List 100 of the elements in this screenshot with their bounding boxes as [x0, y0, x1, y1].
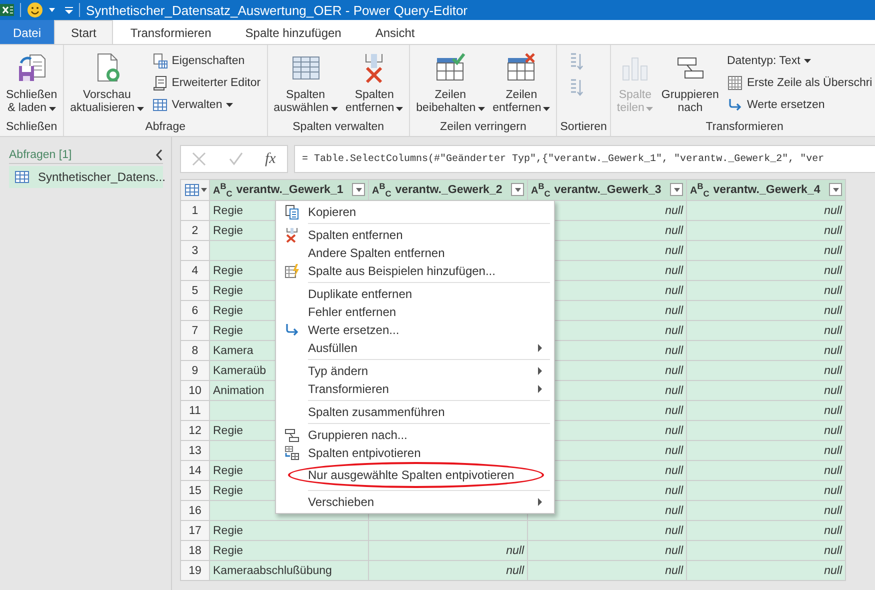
group-label: Transformieren [704, 120, 784, 135]
table-cell: Kameraabschlußübung [210, 560, 368, 580]
table-cell: null [686, 560, 846, 580]
group-label: Spalten verwalten [292, 120, 386, 135]
sort-ascending-icon [568, 52, 584, 72]
group-label: Schließen [5, 120, 58, 135]
row-number: 15 [180, 480, 210, 500]
scroll-icon [152, 74, 168, 90]
filter-button[interactable] [829, 183, 842, 196]
table-cell: null [686, 540, 846, 560]
insert-function-button[interactable]: fx [264, 150, 276, 168]
window-title: Synthetischer_Datensatz_Auswertung_OER - Power Query-Editor [86, 2, 468, 18]
table-cell: null [686, 380, 846, 400]
ribbon-button[interactable]: Werte ersetzen [724, 94, 875, 115]
caret-icon [514, 188, 520, 192]
row-number: 12 [180, 420, 210, 440]
row-number: 4 [180, 260, 210, 280]
ribbon-button[interactable]: Zeilen beibehalten [413, 48, 488, 118]
ribbon-tab[interactable]: Transformieren [113, 20, 228, 44]
table-icon [152, 96, 168, 112]
caret-icon [201, 188, 207, 192]
ribbon-button[interactable]: Spalten auswählen [270, 48, 341, 118]
filter-button[interactable] [511, 183, 524, 196]
table-cell: null [686, 260, 846, 280]
table-cell: null [686, 320, 846, 340]
copy-icon [284, 204, 300, 220]
table-icon [184, 182, 200, 198]
smiley-icon[interactable] [27, 2, 43, 18]
table-cell: null [528, 560, 686, 580]
spreadsheet-icon[interactable] [0, 3, 14, 17]
table-cell: null [686, 480, 846, 500]
table-cell: null [686, 440, 846, 460]
properties-icon [152, 52, 168, 68]
ribbon-button[interactable]: Datentyp: Text [724, 50, 875, 71]
ribbon-button[interactable]: Erweiterter Editor [148, 72, 264, 93]
table-cell: null [686, 300, 846, 320]
table-cell: null [528, 520, 686, 540]
column-header[interactable]: verantw._Gewerk_2 [395, 184, 507, 196]
ribbon-button[interactable]: Zeilen entfernen [490, 48, 554, 118]
column-header[interactable]: verantw._Gewerk_1 [236, 184, 348, 196]
table-cell: null [686, 340, 846, 360]
ribbon-button[interactable]: Schließen & laden [3, 48, 60, 118]
ribbon-button[interactable]: Verwalten [148, 94, 264, 115]
column-header[interactable]: verantw._Gewerk_4 [713, 184, 825, 196]
unpivot-table-icon [284, 445, 300, 461]
ribbon-button[interactable]: Eigenschaften [148, 50, 264, 71]
query-item[interactable]: Synthetischer_Datens... [9, 166, 163, 188]
table-cell: Regie [210, 520, 368, 540]
table-cell: null [528, 540, 686, 560]
table-cell: null [686, 280, 846, 300]
table-cell: null [686, 500, 846, 520]
row-number: 14 [180, 460, 210, 480]
ribbon-tab[interactable]: Start [54, 20, 114, 44]
table-cell: null [368, 560, 528, 580]
queries-heading: Abfragen [1] [9, 149, 72, 161]
row-number: 10 [180, 380, 210, 400]
filter-button[interactable] [670, 183, 683, 196]
caret-icon [832, 188, 838, 192]
caret-icon[interactable] [49, 8, 55, 12]
ribbon-tab[interactable]: Ansicht [358, 20, 432, 44]
table-cell: null [686, 400, 846, 420]
table-cell: null [686, 360, 846, 380]
replace-arrow-icon [284, 322, 300, 338]
table-cell: null [686, 420, 846, 440]
table-cell: Regie [210, 540, 368, 560]
column-header[interactable]: verantw._Gewerk_3 [554, 184, 666, 196]
row-number: 5 [180, 280, 210, 300]
row-number: 9 [180, 360, 210, 380]
formula-field[interactable]: = Table.SelectColumns(#"Geänderter Typ",{"verantw._Gewerk_1", "verantw._Gewerk_2", "ver [294, 145, 875, 173]
check-icon[interactable] [228, 152, 243, 166]
row-number: 8 [180, 340, 210, 360]
row-number: 1 [180, 200, 210, 220]
group-label: Sortieren [560, 120, 607, 135]
table-cell: null [686, 460, 846, 480]
row-number: 19 [180, 560, 210, 580]
table-cell: null [686, 520, 846, 540]
row-number: 2 [180, 220, 210, 240]
collapse-chevron-icon[interactable] [155, 149, 163, 161]
caret-icon [674, 188, 680, 192]
ribbon-button[interactable]: Spalten entfernen [342, 48, 406, 118]
ribbon-button[interactable]: Gruppieren nach [658, 48, 722, 118]
table-cell: null [368, 540, 528, 560]
ribbon-button[interactable]: Erste Zeile als Überschri [724, 72, 875, 93]
group-boxes-icon [284, 427, 300, 443]
replace-arrow-icon [726, 96, 743, 112]
row-number: 3 [180, 240, 210, 260]
caret-icon [356, 188, 362, 192]
customize-menu-icon[interactable] [65, 6, 73, 14]
file-tab[interactable]: Datei [0, 20, 54, 44]
table-lightning-icon [284, 263, 300, 279]
filter-button[interactable] [352, 183, 365, 196]
row-number: 13 [180, 440, 210, 460]
ribbon-button[interactable]: Vorschau aktualisieren [67, 48, 147, 118]
grid-icon [726, 74, 743, 90]
row-number: 11 [180, 400, 210, 420]
row-number: 7 [180, 320, 210, 340]
ribbon-tab[interactable]: Spalte hinzufügen [228, 20, 358, 44]
row-number: 16 [180, 500, 210, 520]
table-cell: null [686, 220, 846, 240]
sort-descending-icon [568, 78, 584, 98]
